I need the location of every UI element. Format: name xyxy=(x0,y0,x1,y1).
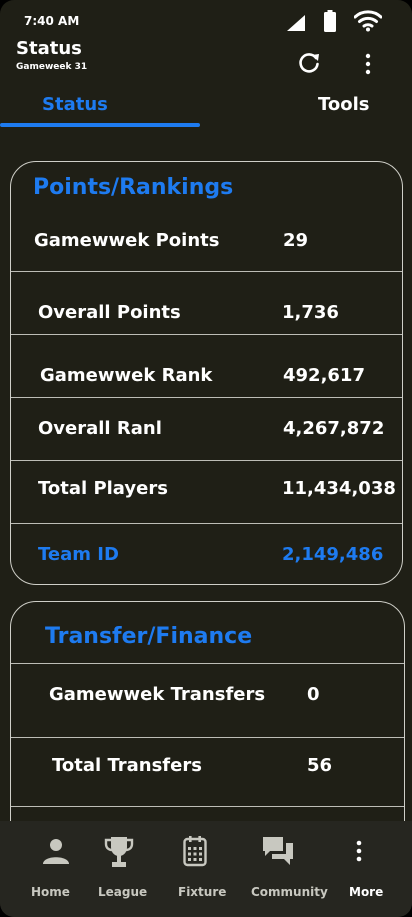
overflow-menu-icon[interactable] xyxy=(358,52,378,76)
row-divider xyxy=(11,460,402,461)
bottom-navigation: Home League Fixture Community More xyxy=(0,821,412,917)
overall-rank-value: 4,267,872 xyxy=(283,418,385,439)
row-divider xyxy=(11,397,402,398)
trophy-icon xyxy=(104,837,134,867)
more-vert-icon xyxy=(356,840,362,862)
system-icons xyxy=(286,10,382,32)
calendar-icon xyxy=(183,836,207,867)
team-id-value: 2,149,486 xyxy=(282,544,384,565)
total-players-value: 11,434,038 xyxy=(282,478,396,499)
chat-icon xyxy=(263,837,293,865)
nav-label-community: Community xyxy=(251,885,328,899)
points-rankings-card: Points/Rankings Gamewwek Points 29 Overa… xyxy=(10,161,403,585)
cellular-signal-icon xyxy=(287,15,305,31)
gameweek-subtitle: Gameweek 31 xyxy=(16,62,88,72)
tab-status[interactable]: Status xyxy=(42,94,108,115)
nav-label-fixture: Fixture xyxy=(178,885,227,899)
battery-icon xyxy=(324,10,336,32)
active-tab-indicator xyxy=(0,123,200,127)
clock: 7:40 AM xyxy=(24,14,80,28)
nav-label-more: More xyxy=(349,885,384,899)
system-status-bar: 7:40 AM xyxy=(0,0,412,36)
row-divider xyxy=(11,271,402,272)
row-divider xyxy=(11,737,404,738)
team-id-label: Team ID xyxy=(38,544,119,565)
row-divider xyxy=(11,806,404,807)
total-transfers-label: Total Transfers xyxy=(52,755,202,776)
gameweek-rank-value: 492,617 xyxy=(283,365,365,386)
card-title-points-rankings: Points/Rankings xyxy=(33,175,234,200)
gameweek-points-value: 29 xyxy=(283,230,309,251)
page-title: Status xyxy=(16,38,82,59)
nav-label-home: Home xyxy=(31,885,70,899)
gameweek-transfers-label: Gamewwek Transfers xyxy=(49,684,266,705)
row-divider xyxy=(11,523,402,524)
overall-points-label: Overall Points xyxy=(38,302,181,323)
gameweek-rank-label: Gamewwek Rank xyxy=(40,365,213,386)
phone-screen: 7:40 AM Status Gameweek 31 Status Tools … xyxy=(0,0,412,917)
card-title-transfer-finance: Transfer/Finance xyxy=(45,624,253,649)
gameweek-transfers-value: 0 xyxy=(307,684,320,705)
row-divider xyxy=(11,663,404,664)
tab-tools[interactable]: Tools xyxy=(318,94,370,115)
refresh-icon[interactable] xyxy=(296,50,322,76)
row-divider xyxy=(11,334,402,335)
nav-label-league: League xyxy=(98,885,148,899)
overall-points-value: 1,736 xyxy=(282,302,339,323)
total-transfers-value: 56 xyxy=(307,755,333,776)
gameweek-points-label: Gamewwek Points xyxy=(34,230,220,251)
wifi-icon xyxy=(354,10,382,32)
overall-rank-label: Overall Ranl xyxy=(38,418,162,439)
total-players-label: Total Players xyxy=(38,478,168,499)
person-icon xyxy=(43,839,69,864)
